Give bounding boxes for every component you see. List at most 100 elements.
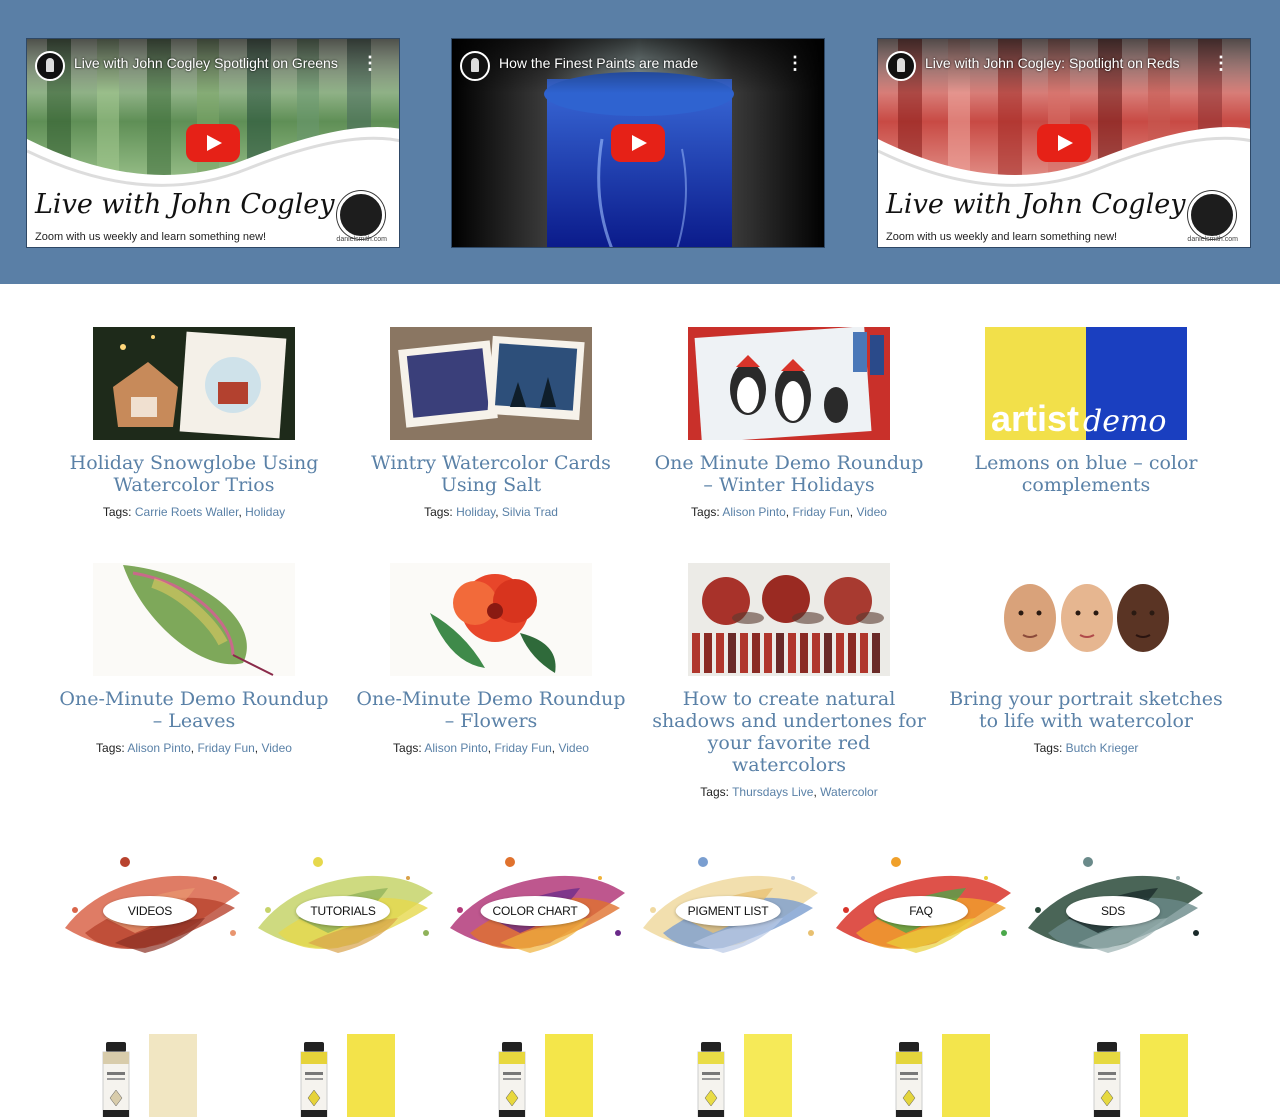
category-link-tutorials[interactable]: TUTORIALS [248, 848, 438, 968]
video-site: danielsmith.com [1187, 236, 1238, 243]
article-card: Bring your portrait sketches to life wit… [946, 563, 1226, 755]
winter-cards-image[interactable] [390, 327, 592, 440]
article-title[interactable]: How to create natural shadows and undert… [649, 688, 929, 776]
video-site: danielsmith.com [336, 236, 387, 243]
more-options-icon[interactable]: ⋮ [361, 53, 379, 73]
article-card: One-Minute Demo Roundup – Flowers Tags: … [351, 563, 631, 755]
portraits-image[interactable] [985, 563, 1187, 676]
paint-tube-product[interactable] [1093, 1034, 1203, 1117]
video-spotlight-greens[interactable]: Live with John Cogley Spotlight on Green… [26, 38, 400, 248]
paint-tube-product[interactable] [697, 1034, 807, 1117]
category-label[interactable]: TUTORIALS [296, 896, 390, 926]
article-card: One-Minute Demo Roundup – Leaves Tags: A… [54, 563, 334, 755]
play-button[interactable] [186, 124, 240, 162]
tag-link[interactable]: Video [261, 741, 291, 755]
video-tagline: Zoom with us weekly and learn something … [35, 231, 267, 243]
tag-link[interactable]: Thursdays Live [732, 785, 813, 799]
play-button[interactable] [1037, 124, 1091, 162]
artist-word: artist [991, 398, 1079, 439]
color-swatch [347, 1034, 395, 1117]
tag-link[interactable]: Silvia Trad [502, 505, 558, 519]
tag-link[interactable]: Holiday [456, 505, 495, 519]
tag-link[interactable]: Alison Pinto [424, 741, 487, 755]
article-title[interactable]: Wintry Watercolor Cards Using Salt [351, 452, 631, 496]
video-title[interactable]: How the Finest Paints are made [499, 55, 698, 71]
tag-link[interactable]: Carrie Roets Waller [135, 505, 239, 519]
article-title[interactable]: One Minute Demo Roundup – Winter Holiday… [649, 452, 929, 496]
tags-label: Tags: [700, 785, 729, 799]
article-tags: Tags: Holiday, Silvia Trad [424, 505, 558, 519]
article-title[interactable]: Holiday Snowglobe Using Watercolor Trios [54, 452, 334, 496]
article-tags: Tags: Butch Krieger [946, 741, 1226, 755]
category-label[interactable]: SDS [1066, 896, 1160, 926]
video-title[interactable]: Live with John Cogley Spotlight on Green… [74, 55, 338, 71]
tag-link[interactable]: Holiday [245, 505, 285, 519]
article-card: Wintry Watercolor Cards Using Salt Tags:… [351, 327, 631, 519]
tag-link[interactable]: Friday Fun [494, 741, 551, 755]
article-tags: Tags: Alison Pinto, Friday Fun, Video [96, 741, 292, 755]
tag-link[interactable]: Watercolor [820, 785, 878, 799]
artist-demo-image[interactable]: artist demo [985, 327, 1187, 440]
channel-logo-icon [460, 51, 490, 81]
category-label[interactable]: PIGMENT LIST [675, 896, 781, 926]
paint-tube-product[interactable] [102, 1034, 212, 1117]
article-tags: Tags: Carrie Roets Waller, Holiday [102, 505, 286, 519]
tag-link[interactable]: Friday Fun [792, 505, 849, 519]
article-card: How to create natural shadows and undert… [649, 563, 929, 799]
paint-tube-icon [895, 1042, 923, 1117]
category-link-videos[interactable]: VIDEOS [55, 848, 245, 968]
article-title[interactable]: Bring your portrait sketches to life wit… [946, 688, 1226, 732]
category-label[interactable]: VIDEOS [103, 896, 197, 926]
video-overlay-title: Live with John Cogley [886, 189, 1186, 220]
tag-link[interactable]: Alison Pinto [127, 741, 190, 755]
article-card: Holiday Snowglobe Using Watercolor Trios… [54, 327, 334, 519]
video-finest-paints[interactable]: How the Finest Paints are made ⋮ [451, 38, 825, 248]
snowglobe-image[interactable] [93, 327, 295, 440]
article-tags: Tags: Thursdays Live, Watercolor [700, 785, 878, 799]
paint-tube-icon [300, 1042, 328, 1117]
article-title[interactable]: One-Minute Demo Roundup – Flowers [351, 688, 631, 732]
demo-word: demo [1083, 404, 1166, 439]
video-tagline: Zoom with us weekly and learn something … [886, 231, 1118, 243]
article-tags: Tags: Alison Pinto, Friday Fun, Video [691, 505, 887, 519]
more-options-icon[interactable]: ⋮ [786, 53, 804, 73]
leaf-image[interactable] [93, 563, 295, 676]
tags-label: Tags: [393, 741, 422, 755]
article-title[interactable]: Lemons on blue – color complements [946, 452, 1226, 496]
tag-link[interactable]: Butch Krieger [1066, 741, 1139, 755]
tag-link[interactable]: Video [856, 505, 886, 519]
flower-image[interactable] [390, 563, 592, 676]
article-card: artist demo Lemons on blue – color compl… [946, 327, 1226, 496]
tags-label: Tags: [102, 505, 132, 519]
red-apples-image[interactable] [688, 563, 890, 676]
play-button[interactable] [611, 124, 665, 162]
penguins-image[interactable] [688, 327, 890, 440]
tags-label: Tags: [96, 741, 125, 755]
category-link-color-chart[interactable]: COLOR CHART [440, 848, 630, 968]
video-spotlight-reds[interactable]: Live with John Cogley: Spotlight on Reds… [877, 38, 1251, 248]
paint-tube-icon [102, 1042, 130, 1117]
tags-label: Tags: [424, 505, 453, 519]
daniel-smith-seal-icon [1188, 191, 1236, 239]
tag-link[interactable]: Video [558, 741, 588, 755]
paint-tube-icon [498, 1042, 526, 1117]
video-title[interactable]: Live with John Cogley: Spotlight on Reds [925, 55, 1179, 71]
color-swatch [149, 1034, 197, 1117]
color-swatch [545, 1034, 593, 1117]
paint-tube-product[interactable] [498, 1034, 608, 1117]
article-title[interactable]: One-Minute Demo Roundup – Leaves [54, 688, 334, 732]
category-label[interactable]: FAQ [874, 896, 968, 926]
tag-link[interactable]: Alison Pinto [722, 505, 785, 519]
channel-logo-icon [886, 51, 916, 81]
color-swatch [942, 1034, 990, 1117]
category-link-pigment-list[interactable]: PIGMENT LIST [633, 848, 823, 968]
paint-tube-product[interactable] [300, 1034, 410, 1117]
category-label[interactable]: COLOR CHART [480, 896, 590, 926]
paint-tube-product[interactable] [895, 1034, 1005, 1117]
tag-link[interactable]: Friday Fun [197, 741, 254, 755]
color-swatch [744, 1034, 792, 1117]
category-link-sds[interactable]: SDS [1018, 848, 1208, 968]
color-swatch [1140, 1034, 1188, 1117]
category-link-faq[interactable]: FAQ [826, 848, 1016, 968]
more-options-icon[interactable]: ⋮ [1212, 53, 1230, 73]
